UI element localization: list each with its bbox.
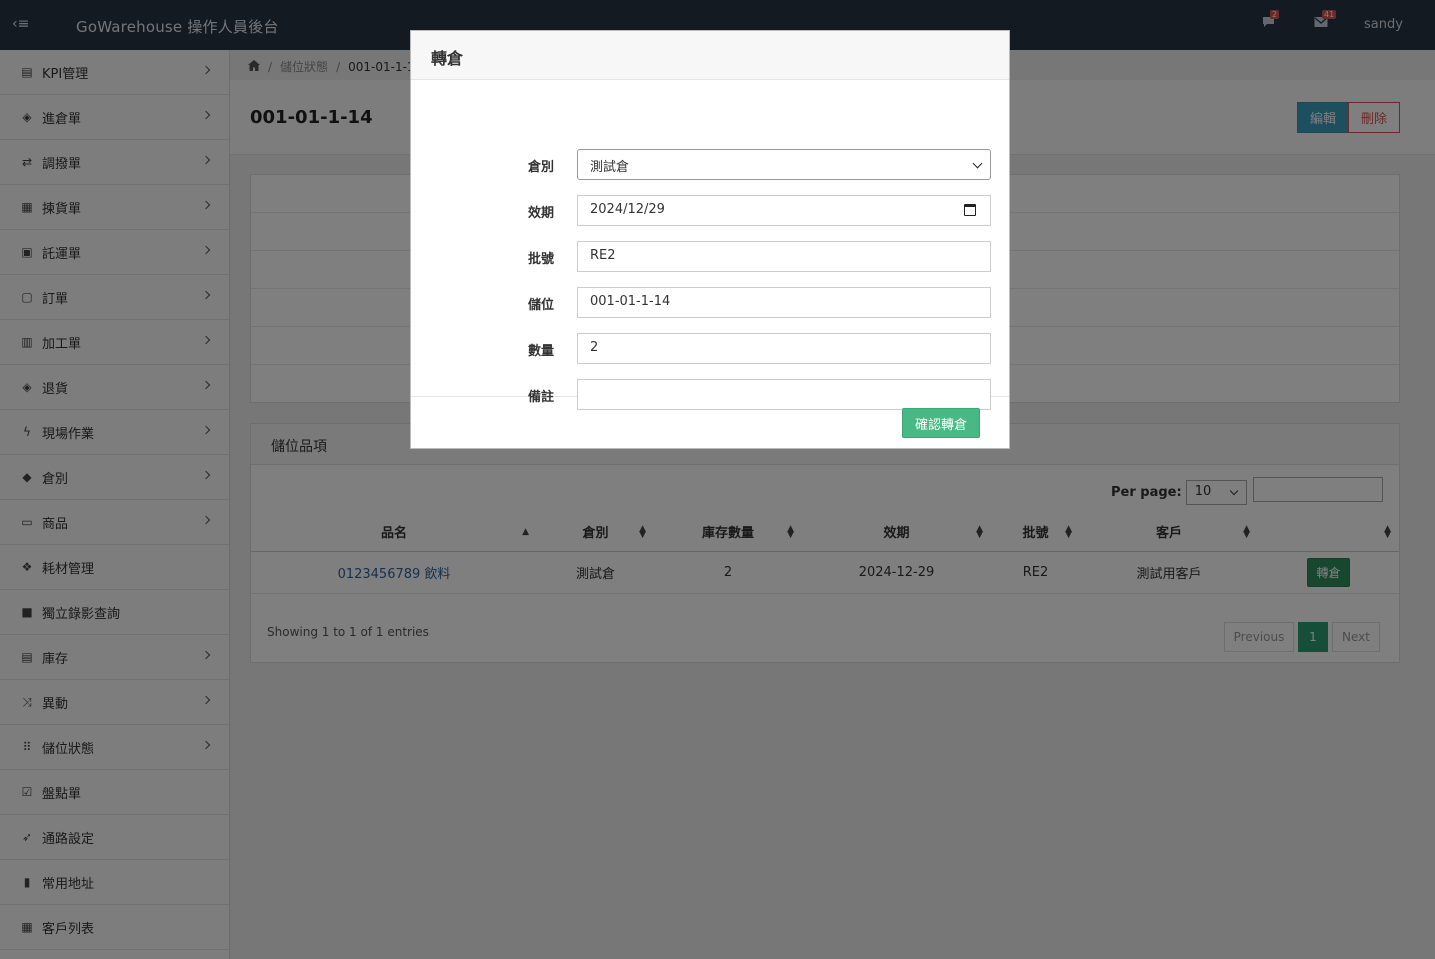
location-input[interactable]: 001-01-1-14 (577, 287, 991, 318)
modal-title: 轉倉 (411, 31, 1009, 80)
form-row-location: 儲位 001-01-1-14 (411, 287, 1011, 318)
quantity-label: 數量 (527, 344, 554, 359)
form-row-batch: 批號 RE2 (411, 241, 1011, 272)
note-label: 備註 (527, 390, 554, 405)
form-row-quantity: 數量 2 (411, 333, 1011, 364)
note-input[interactable] (577, 379, 991, 410)
location-label: 儲位 (527, 298, 554, 313)
modal-body: 倉別 測試倉 效期 2024/12/29 批號 RE2 儲位 001-01-1-… (411, 80, 1011, 410)
batch-label: 批號 (527, 252, 554, 267)
calendar-icon[interactable] (964, 204, 976, 216)
warehouse-label: 倉別 (527, 160, 554, 175)
transfer-modal: 轉倉 倉別 測試倉 效期 2024/12/29 批號 RE2 儲位 001-01… (410, 30, 1010, 449)
form-row-warehouse: 倉別 測試倉 (411, 149, 1011, 180)
batch-input[interactable]: RE2 (577, 241, 991, 272)
warehouse-select[interactable]: 測試倉 (577, 149, 991, 180)
quantity-input[interactable]: 2 (577, 333, 991, 364)
form-row-expiry: 效期 2024/12/29 (411, 195, 1011, 226)
expiry-date-input[interactable]: 2024/12/29 (577, 195, 991, 226)
confirm-transfer-button[interactable]: 確認轉倉 (902, 408, 980, 438)
form-row-note: 備註 (411, 379, 1011, 410)
expiry-label: 效期 (527, 206, 554, 221)
